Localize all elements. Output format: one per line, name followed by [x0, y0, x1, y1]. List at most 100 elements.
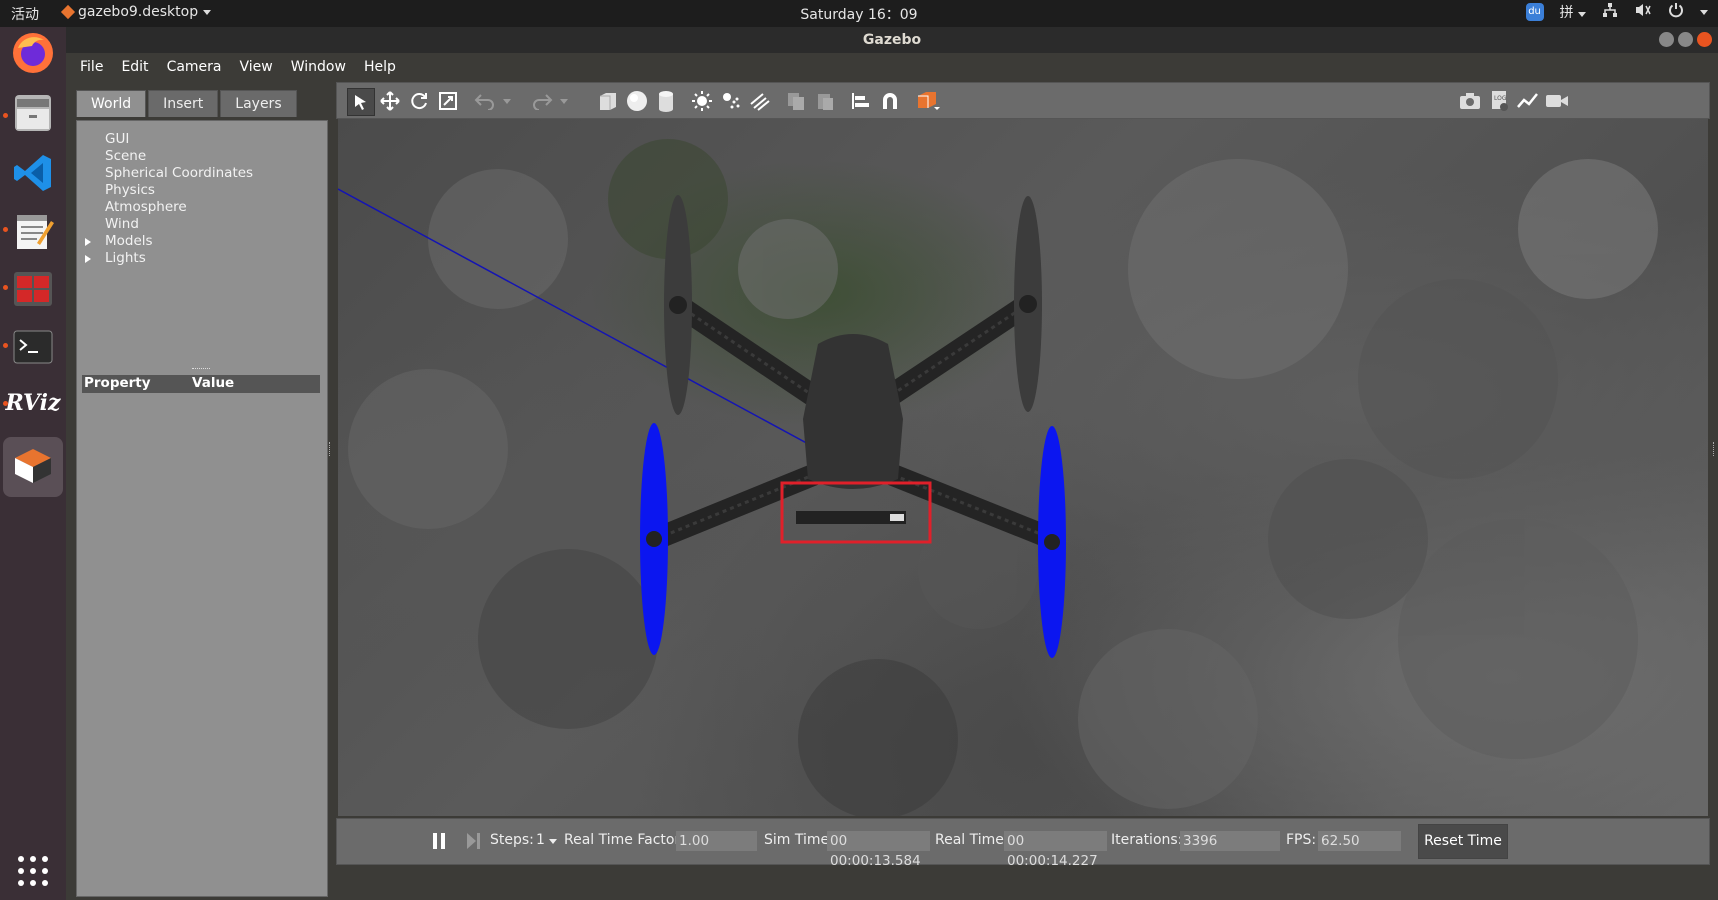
- steps-value: 1: [536, 832, 545, 848]
- reset-time-button[interactable]: Reset Time: [1418, 824, 1508, 859]
- sphere-icon[interactable]: [624, 88, 650, 114]
- tree-item-lights[interactable]: Lights: [85, 250, 253, 267]
- property-table-header: Property Value: [82, 375, 320, 393]
- terminal-red-icon[interactable]: [9, 265, 57, 313]
- box-icon[interactable]: [595, 88, 621, 114]
- undo-icon[interactable]: [472, 88, 498, 114]
- paste-icon[interactable]: [812, 88, 838, 114]
- log-icon[interactable]: LOG: [1487, 88, 1513, 114]
- world-panel: GUI Scene Spherical Coordinates Physics …: [76, 120, 328, 897]
- volume-icon[interactable]: [1634, 2, 1652, 22]
- sim-time-label: Sim Time:: [764, 832, 834, 848]
- running-indicator: [3, 285, 8, 290]
- power-icon[interactable]: [1668, 2, 1684, 22]
- maximize-button[interactable]: [1678, 32, 1693, 47]
- minimize-button[interactable]: [1659, 32, 1674, 47]
- show-applications-icon[interactable]: [9, 847, 57, 895]
- undo-dropdown-icon[interactable]: [500, 88, 514, 114]
- tree-item-gui[interactable]: GUI: [95, 131, 253, 148]
- tree-item-label: Models: [105, 233, 153, 249]
- cylinder-icon[interactable]: [653, 88, 679, 114]
- steps-spinbox[interactable]: 1: [536, 832, 558, 848]
- video-record-icon[interactable]: [1544, 88, 1570, 114]
- running-indicator: [3, 343, 8, 348]
- chevron-down-icon: [549, 839, 558, 844]
- clock[interactable]: Saturday 16：09: [0, 4, 1718, 24]
- value-column-header[interactable]: Value: [192, 375, 234, 393]
- tab-world[interactable]: World: [76, 90, 147, 117]
- terminal-icon[interactable]: [9, 323, 57, 371]
- copy-icon[interactable]: [783, 88, 809, 114]
- vscode-icon[interactable]: [9, 149, 57, 197]
- fps-label: FPS:: [1286, 832, 1317, 848]
- redo-icon[interactable]: [529, 88, 555, 114]
- network-icon[interactable]: [1602, 2, 1618, 22]
- tree-item-spherical-coordinates[interactable]: Spherical Coordinates: [95, 165, 253, 182]
- step-forward-icon[interactable]: [465, 831, 481, 855]
- view-angle-icon[interactable]: [915, 88, 941, 114]
- real-time-factor-label: Real Time Factor:: [564, 832, 685, 848]
- dock: RViz: [0, 27, 66, 900]
- pause-icon[interactable]: [431, 831, 447, 855]
- files-icon[interactable]: [9, 89, 57, 137]
- 3d-viewport[interactable]: [338, 119, 1708, 816]
- simulation-status-bar: Steps: 1 Real Time Factor: 1.00 Sim Time…: [336, 818, 1710, 869]
- splitter-handle[interactable]: [192, 368, 210, 371]
- rotate-icon[interactable]: [406, 88, 432, 114]
- tree-item-atmosphere[interactable]: Atmosphere: [95, 199, 253, 216]
- real-time-field: 00 00:00:14.227: [1004, 831, 1107, 869]
- fps-field: 62.50: [1318, 831, 1401, 851]
- tree-item-label: Wind: [105, 216, 139, 232]
- tree-item-label: Spherical Coordinates: [105, 165, 254, 181]
- close-button[interactable]: [1697, 32, 1712, 47]
- tree-item-physics[interactable]: Physics: [95, 182, 253, 199]
- viewport-area: LOG Steps: 1 Real Time Factor: 1.00 Sim …: [336, 82, 1710, 900]
- snap-icon[interactable]: [877, 88, 903, 114]
- steps-label: Steps:: [490, 832, 534, 848]
- main-toolbar: LOG: [336, 82, 1710, 119]
- menu-edit[interactable]: Edit: [121, 59, 148, 75]
- firefox-icon[interactable]: [9, 29, 57, 77]
- tab-insert[interactable]: Insert: [148, 90, 219, 117]
- plot-icon[interactable]: [1515, 88, 1541, 114]
- translate-icon[interactable]: [377, 88, 403, 114]
- svg-text:LOG: LOG: [1494, 95, 1507, 102]
- menu-help[interactable]: Help: [364, 59, 396, 75]
- point-light-icon[interactable]: [689, 88, 715, 114]
- text-editor-icon[interactable]: [9, 207, 57, 255]
- menu-view[interactable]: View: [240, 59, 273, 75]
- left-panel-tabs: World Insert Layers: [76, 90, 297, 117]
- property-column-header[interactable]: Property: [82, 375, 192, 393]
- sim-time-field: 00 00:00:13.584: [827, 831, 930, 869]
- select-arrow-icon[interactable]: [347, 88, 375, 116]
- tab-layers[interactable]: Layers: [220, 90, 297, 117]
- world-tree: GUI Scene Spherical Coordinates Physics …: [85, 131, 253, 267]
- scene-render: [338, 139, 1658, 816]
- tree-item-label: Physics: [105, 182, 155, 198]
- running-indicator: [3, 113, 8, 118]
- baidu-input-icon[interactable]: du: [1525, 3, 1544, 21]
- right-panel-handle[interactable]: [1713, 442, 1716, 456]
- window-controls: [1659, 32, 1712, 47]
- menu-camera[interactable]: Camera: [167, 59, 222, 75]
- window-titlebar[interactable]: Gazebo: [66, 27, 1718, 53]
- expand-arrow-icon[interactable]: [85, 238, 91, 246]
- gazebo-icon[interactable]: [3, 437, 63, 497]
- menu-window[interactable]: Window: [291, 59, 346, 75]
- tree-item-wind[interactable]: Wind: [95, 216, 253, 233]
- rviz-icon[interactable]: RViz: [5, 379, 60, 427]
- input-method-indicator[interactable]: 拼: [1560, 2, 1586, 22]
- system-tray: du 拼: [1525, 2, 1708, 22]
- redo-dropdown-icon[interactable]: [557, 88, 571, 114]
- panel-splitter[interactable]: [329, 442, 332, 456]
- menu-file[interactable]: File: [80, 59, 103, 75]
- align-icon[interactable]: [848, 88, 874, 114]
- screenshot-icon[interactable]: [1457, 88, 1483, 114]
- directional-light-icon[interactable]: [747, 88, 773, 114]
- tree-item-models[interactable]: Models: [85, 233, 253, 250]
- input-method-label: 拼: [1559, 5, 1574, 21]
- spot-light-icon[interactable]: [718, 88, 744, 114]
- scale-icon[interactable]: [435, 88, 461, 114]
- tree-item-scene[interactable]: Scene: [95, 148, 253, 165]
- expand-arrow-icon[interactable]: [85, 255, 91, 263]
